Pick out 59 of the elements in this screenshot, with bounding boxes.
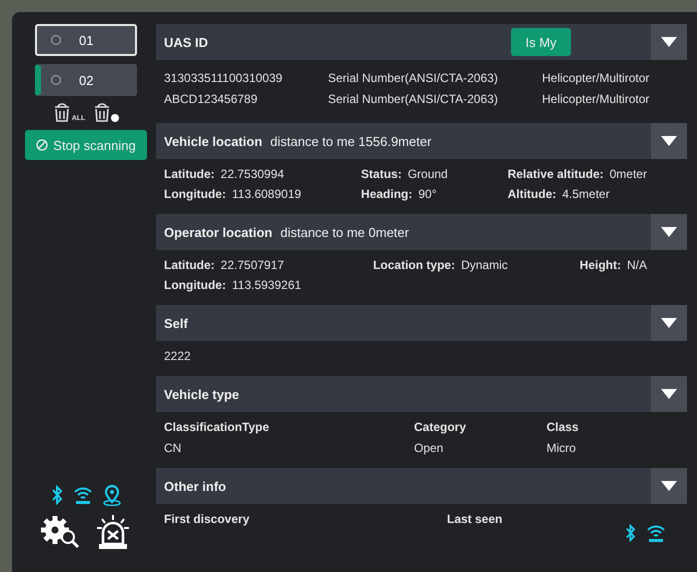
collapse-button[interactable] — [651, 468, 687, 504]
field-value: Latitude: 22.7530994 — [164, 167, 286, 181]
field-value: Height: N/A — [580, 258, 647, 272]
caret-icon — [661, 37, 677, 47]
table-cell-text: ABCD123456789 — [164, 91, 258, 108]
field-value: Latitude: 22.7507917 — [164, 258, 286, 272]
column-header: First discovery — [164, 512, 250, 526]
device-item[interactable]: 02 — [35, 64, 137, 96]
device-item[interactable]: 01 — [35, 24, 137, 56]
column-value: CN — [164, 441, 182, 455]
field-value: Heading: 90° — [361, 187, 438, 201]
section-title: Vehicle location — [164, 134, 262, 148]
table-cell-text: Serial Number(ANSI/CTA-2063) — [328, 70, 499, 87]
field-value: Location type: Dynamic — [373, 258, 508, 272]
location-pin-icon — [103, 484, 121, 506]
delete-button[interactable] — [93, 102, 120, 122]
collapse-button[interactable] — [651, 123, 687, 159]
column-header: Last seen — [447, 512, 504, 526]
table-cell-text: Helicopter/Multirotor — [542, 70, 650, 87]
field-value: Relative altitude: 0meter — [508, 167, 647, 181]
trash-icon — [93, 102, 112, 122]
bluetooth-icon — [51, 485, 63, 505]
caret-icon — [661, 227, 677, 237]
collapse-button[interactable] — [651, 24, 687, 60]
section-title: Self — [164, 316, 188, 330]
trash-icon — [52, 102, 71, 122]
table-cell-text: Helicopter/Multirotor — [542, 91, 650, 108]
column-value: Open — [414, 441, 444, 455]
collapse-button[interactable] — [651, 376, 687, 412]
collapse-button[interactable] — [651, 214, 687, 250]
field-value: Longitude: 113.6089019 — [164, 187, 302, 201]
caret-icon — [661, 389, 677, 399]
wifi-icon — [646, 524, 666, 542]
alarm-light-icon[interactable] — [95, 514, 131, 550]
column-value: Micro — [546, 441, 577, 455]
field-value: Longitude: 113.5939261 — [164, 278, 302, 292]
wifi-icon — [73, 486, 93, 504]
section-title: Operator location — [164, 224, 272, 240]
column-header: Category — [414, 420, 467, 434]
caret-icon — [661, 318, 677, 328]
section-title: Other info — [164, 478, 226, 494]
collapse-button[interactable] — [651, 305, 687, 341]
section-subtitle: distance to me 1556.9meter — [270, 134, 432, 148]
caret-icon — [661, 136, 677, 146]
bluetooth-icon — [625, 524, 636, 542]
table-cell-text: Serial Number(ANSI/CTA-2063) — [328, 91, 499, 108]
column-header: Class — [546, 420, 580, 434]
column-header: ClassificationType — [164, 420, 270, 434]
settings-search-icon[interactable] — [41, 515, 81, 549]
section-title: Vehicle type — [164, 386, 240, 402]
section-subtitle: distance to me 0meter — [280, 224, 409, 240]
section-title: UAS ID — [164, 34, 208, 50]
table-cell-text: 313033511100310039 — [164, 70, 284, 87]
self-text: 2222 — [164, 349, 191, 363]
field-value: Altitude: 4.5meter — [508, 187, 611, 201]
field-value: Status: Ground — [361, 167, 448, 181]
dot-icon — [111, 114, 120, 122]
caret-icon — [661, 481, 677, 491]
prohibited-icon — [36, 139, 48, 151]
